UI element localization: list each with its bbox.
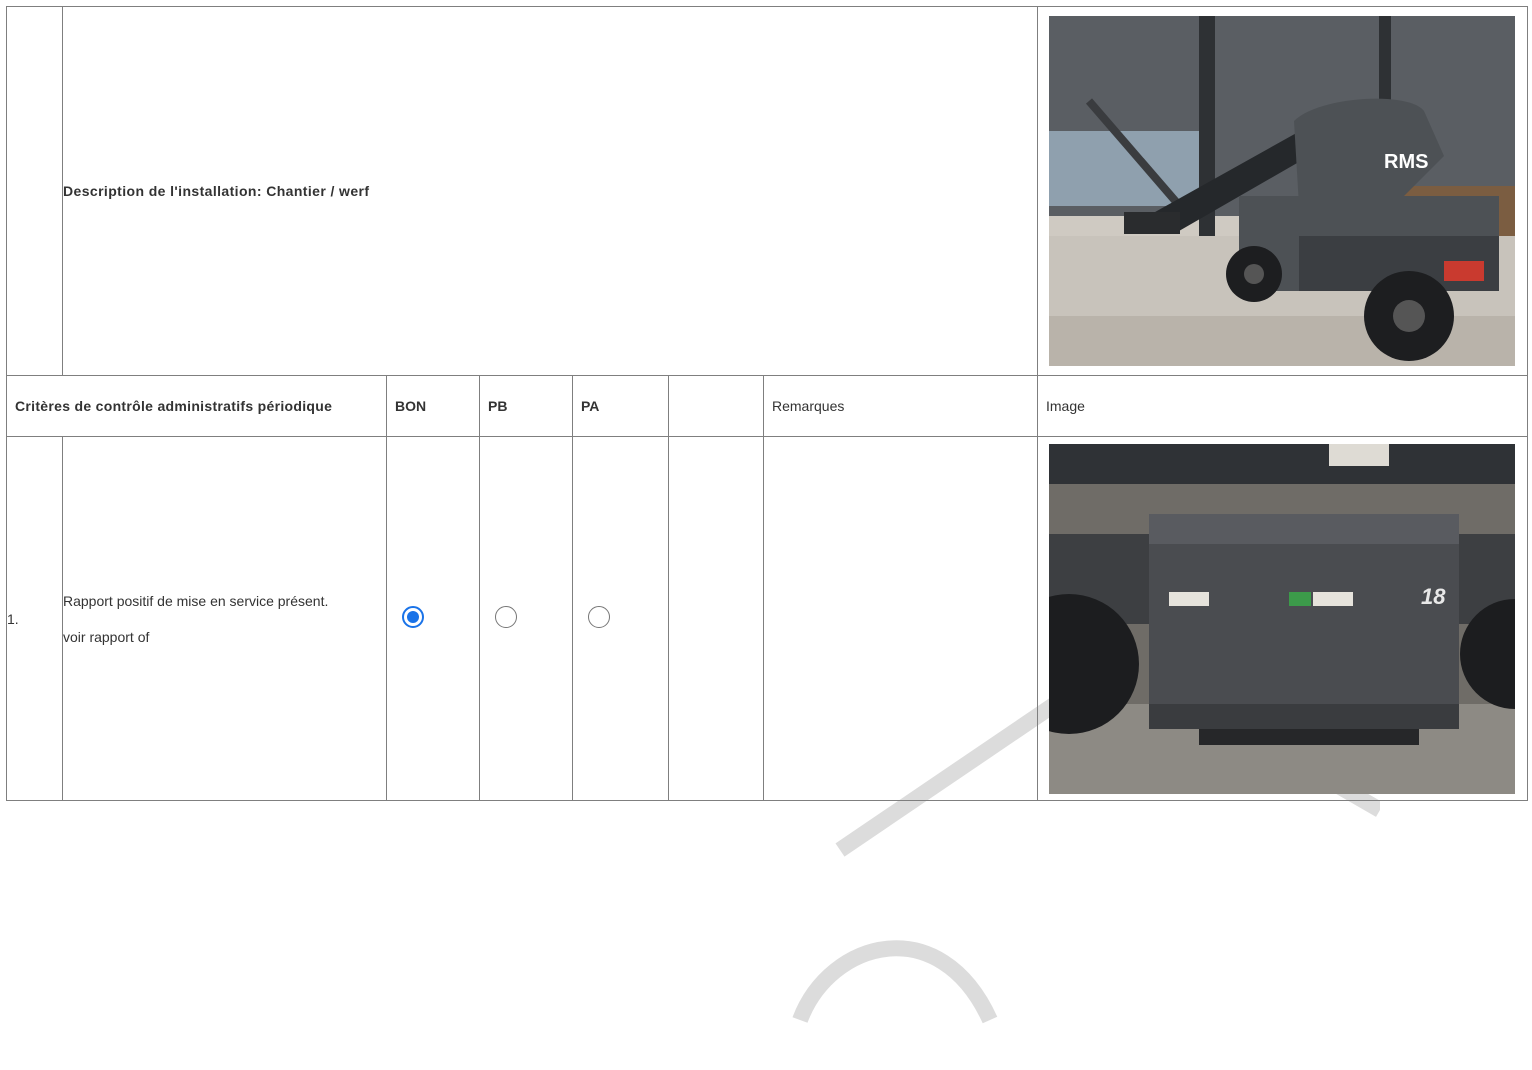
aerial-lift-photo: RMS	[1049, 16, 1515, 366]
pa-cell	[572, 436, 669, 801]
counterweight-number: 18	[1421, 584, 1446, 609]
pb-header: PB	[479, 375, 573, 437]
criterion-cell: Rapport positif de mise en service prése…	[62, 436, 387, 801]
bon-cell	[386, 436, 480, 801]
bon-radio[interactable]	[402, 606, 424, 628]
criteria-header: Critères de contrôle administratifs péri…	[6, 375, 387, 437]
installation-spacer	[6, 6, 63, 376]
table-row: 1. Rapport positif de mise en service pr…	[6, 436, 1528, 801]
installation-row: Description de l'installation: Chantier …	[6, 6, 1528, 376]
row-number: 1.	[6, 436, 63, 801]
criterion-text: Rapport positif de mise en service prése…	[63, 592, 329, 609]
pb-radio[interactable]	[495, 606, 517, 628]
remarks-header: Remarques	[763, 375, 1038, 437]
pb-cell	[479, 436, 573, 801]
counterweight-photo: 18	[1049, 443, 1515, 794]
installation-description: Description de l'installation: Chantier …	[62, 6, 1038, 376]
remarks-cell[interactable]	[763, 436, 1038, 801]
blank-cell	[668, 436, 764, 801]
machine-brand-label: RMS	[1384, 151, 1428, 173]
blank-header	[668, 375, 764, 437]
pa-radio[interactable]	[588, 606, 610, 628]
row-image-cell: 18	[1037, 436, 1528, 801]
criterion-note: voir rapport of	[63, 628, 150, 645]
table-header: Critères de contrôle administratifs péri…	[6, 375, 1528, 437]
installation-photo-cell: RMS	[1037, 6, 1528, 376]
image-header: Image	[1037, 375, 1528, 437]
inspection-table: Description de l'installation: Chantier …	[6, 6, 1528, 801]
pa-header: PA	[572, 375, 669, 437]
bon-header: BON	[386, 375, 480, 437]
